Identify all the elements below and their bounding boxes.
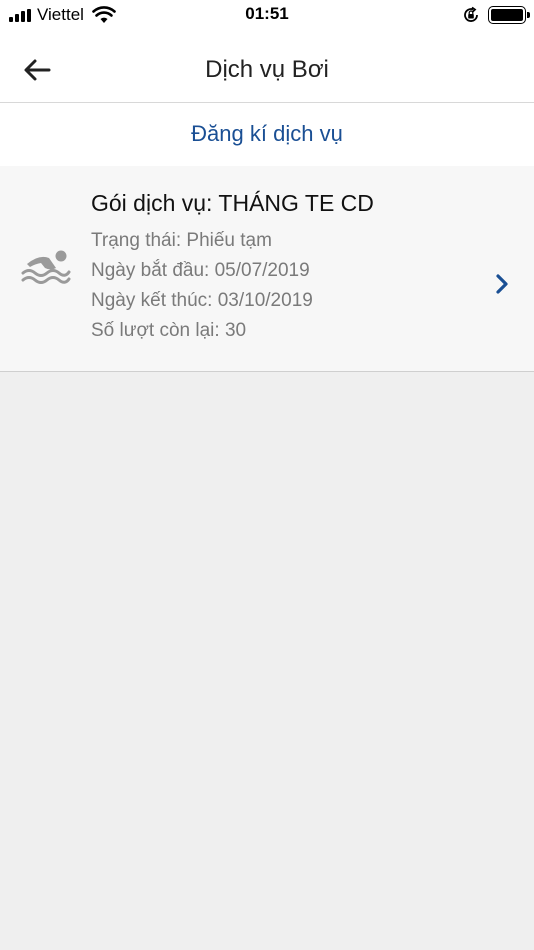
status-text: Trạng thái: Phiếu tạm	[91, 230, 272, 251]
nav-bar: Dịch vụ Bơi	[0, 30, 534, 103]
swimmer-icon	[21, 250, 71, 284]
rotation-lock-icon	[464, 6, 478, 22]
card-content: Gói dịch vụ: THÁNG TE CD Trạng thái: Phi…	[91, 189, 374, 346]
chevron-right-icon[interactable]	[493, 273, 511, 295]
page-title: Dịch vụ Bơi	[205, 56, 329, 83]
end-date-text: Ngày kết thúc: 03/10/2019	[91, 290, 313, 311]
start-date-text: Ngày bắt đầu: 05/07/2019	[91, 260, 310, 281]
battery-icon	[488, 6, 530, 24]
register-service-button[interactable]: Đăng kí dịch vụ	[191, 121, 343, 147]
status-bar: Viettel 01:51	[0, 0, 534, 30]
register-row: Đăng kí dịch vụ	[0, 103, 534, 166]
remaining-visits-text: Số lượt còn lại: 30	[91, 320, 247, 341]
package-name: Gói dịch vụ: THÁNG TE CD	[91, 190, 374, 216]
status-time: 01:51	[245, 4, 289, 23]
status-right	[462, 5, 530, 25]
screen: Viettel 01:51 Dịch vụ Bơi Đăng kí dịch v…	[0, 0, 534, 950]
